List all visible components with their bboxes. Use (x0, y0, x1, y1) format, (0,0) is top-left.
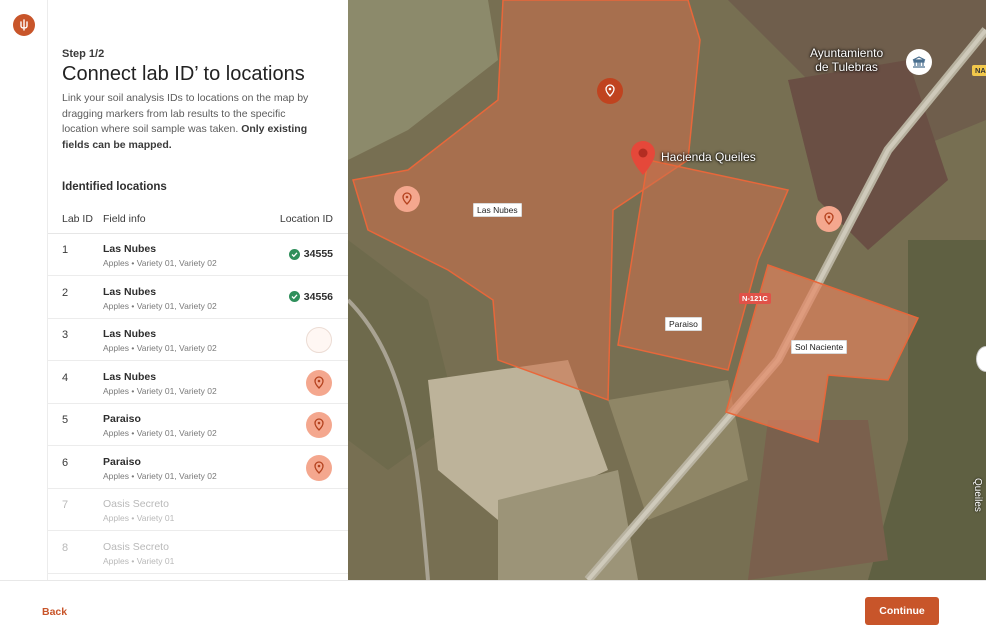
location-id: 34556 (288, 291, 333, 303)
empty-marker-slot[interactable] (306, 327, 332, 353)
field-details: Apples • Variety 01, Variety 02 (103, 300, 217, 311)
side-panel: Step 1/2 Connect lab ID’ to locations Li… (48, 0, 348, 580)
field-details: Apples • Variety 01, Variety 02 (103, 470, 217, 481)
place-label-hacienda: Hacienda Queiles (661, 150, 756, 164)
page-description: Link your soil analysis IDs to locations… (62, 92, 309, 151)
section-title: Identified locations (62, 181, 167, 193)
table-row[interactable]: 6 Paraiso Apples • Variety 01, Variety 02 (48, 447, 348, 489)
field-name: Paraiso (103, 413, 141, 425)
col-location-id: Location ID (279, 213, 333, 225)
field-label: Las Nubes (473, 203, 522, 217)
map-marker-icon[interactable] (597, 78, 623, 104)
lab-id: 8 (62, 541, 69, 554)
table-row[interactable]: 5 Paraiso Apples • Variety 01, Variety 02 (48, 404, 348, 446)
field-name: Las Nubes (103, 243, 157, 255)
field-details: Apples • Variety 01 (103, 555, 175, 566)
place-label-ayuntamiento: Ayuntamiento de Tulebras (810, 46, 884, 74)
field-name: Paraiso (103, 455, 141, 468)
lab-id: 6 (62, 456, 69, 469)
col-field-info: Field info (103, 213, 146, 225)
field-label: Sol Naciente (791, 340, 848, 354)
map-view[interactable]: Hacienda Queiles Ayuntamiento de Tulebras… (348, 0, 986, 580)
lab-id: 2 (62, 286, 69, 299)
continue-button[interactable]: Continue (865, 597, 939, 625)
table-row[interactable]: 2 Las Nubes Apples • Variety 01, Variety 0… (48, 277, 348, 319)
field-details: Apples • Variety 01, Variety 02 (103, 385, 217, 396)
field-details: Apples • Variety 01 (103, 513, 175, 523)
road-tag: N-121C (739, 293, 771, 304)
brand-logo-icon[interactable] (13, 14, 35, 36)
place-label-edge: Queiles (972, 478, 983, 512)
satellite-map (348, 0, 986, 580)
field-details: Apples • Variety 01, Variety 02 (103, 343, 217, 353)
lab-id: 1 (62, 244, 69, 256)
drag-marker-icon[interactable] (306, 454, 332, 481)
lab-id: 5 (62, 414, 69, 426)
page-title: Connect lab ID’ to locations (62, 63, 305, 85)
field-name: Las Nubes (103, 370, 157, 383)
check-icon (288, 248, 300, 260)
lab-id: 3 (62, 329, 69, 341)
lab-id: 7 (62, 499, 69, 511)
lab-id: 4 (62, 371, 69, 384)
town-hall-icon (906, 49, 932, 75)
location-pin-icon (631, 141, 655, 175)
field-name: Las Nubes (103, 328, 157, 340)
map-marker-icon[interactable] (394, 186, 420, 212)
table-row[interactable]: 3 Las Nubes Apples • Variety 01, Variety 0… (48, 319, 348, 361)
left-rail (0, 0, 48, 580)
table-header: Lab ID Field info Location ID (48, 205, 348, 234)
field-details: Apples • Variety 01, Variety 02 (103, 258, 217, 268)
back-button[interactable]: Back (42, 606, 67, 618)
footer-bar: Back Continue (0, 580, 986, 640)
table-row[interactable]: 1 Las Nubes Apples • Variety 01, Variety 0… (48, 234, 348, 276)
table-row: 7 Oasis Secreto Apples • Variety 01 (48, 489, 348, 531)
field-name: Oasis Secreto (103, 498, 169, 510)
table-row: 8 Oasis Secreto Apples • Variety 01 (48, 532, 348, 574)
map-marker-icon[interactable] (816, 206, 842, 232)
field-name: Las Nubes (103, 285, 157, 298)
field-details: Apples • Variety 01, Variety 02 (103, 428, 217, 438)
col-lab-id: Lab ID (62, 213, 93, 225)
field-name: Oasis Secreto (103, 540, 169, 553)
field-label: Paraiso (665, 317, 702, 331)
drag-marker-icon[interactable] (306, 412, 332, 438)
step-indicator: Step 1/2 (62, 48, 105, 60)
location-id: 34555 (288, 248, 333, 260)
table-row[interactable]: 4 Las Nubes Apples • Variety 01, Variety 0… (48, 362, 348, 404)
road-badge: NA (972, 65, 986, 76)
drag-marker-icon[interactable] (306, 369, 332, 396)
check-icon (288, 291, 300, 302)
